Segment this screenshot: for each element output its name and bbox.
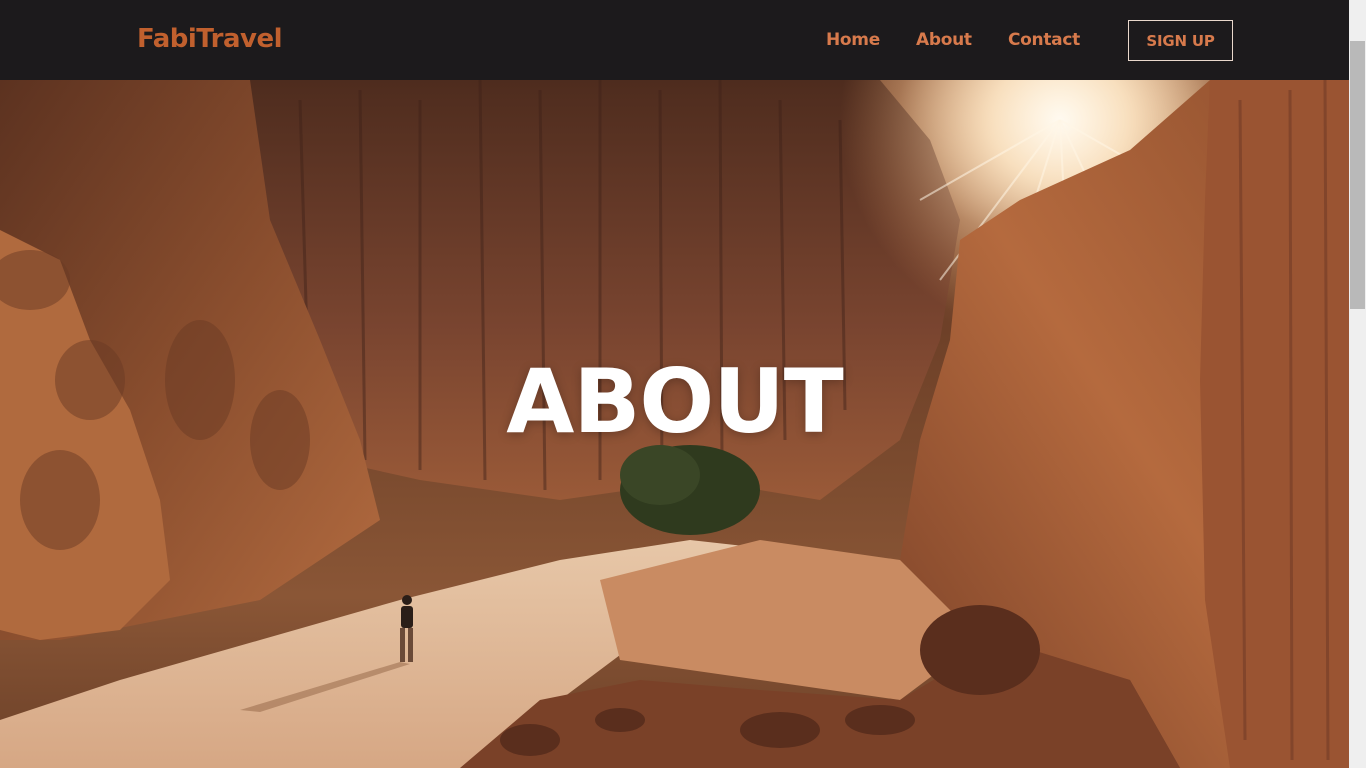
nav-contact-link[interactable]: Contact: [1008, 30, 1080, 50]
navbar: FabiTravel Home About Contact SIGN UP: [0, 0, 1349, 80]
nav-about-link[interactable]: About: [916, 30, 972, 50]
scrollbar-thumb[interactable]: [1350, 41, 1365, 309]
brand-logo[interactable]: FabiTravel: [137, 24, 283, 54]
nav-home-link[interactable]: Home: [826, 30, 880, 50]
signup-button[interactable]: SIGN UP: [1128, 20, 1233, 61]
hero-section: ABOUT: [0, 80, 1349, 768]
page-title: ABOUT: [506, 350, 843, 453]
